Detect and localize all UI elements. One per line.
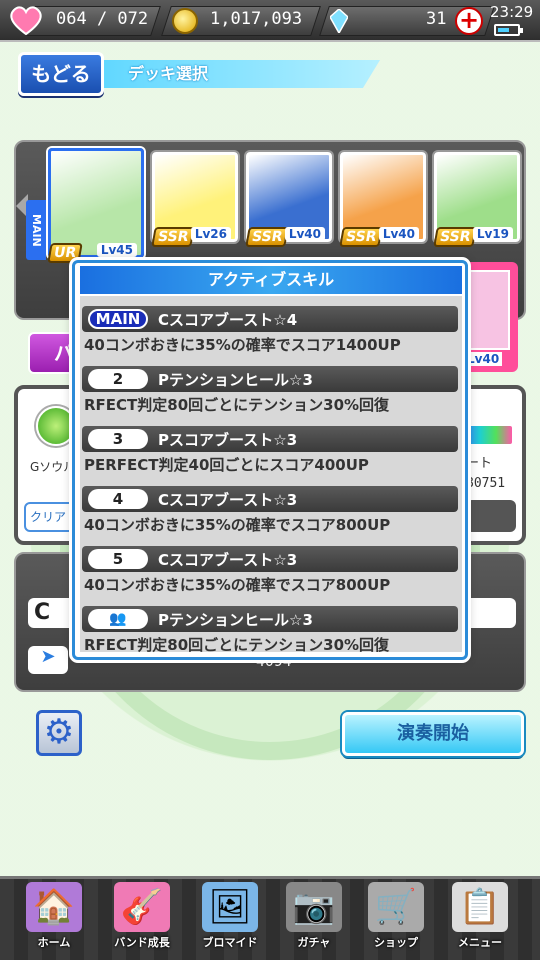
skill-slot-badge: 5 (88, 549, 148, 569)
c-logo-icon: C (34, 600, 51, 625)
nav-label: メニュー (458, 936, 502, 949)
info-box (466, 500, 516, 532)
nav-label: ホーム (37, 936, 71, 949)
skill-name: Cスコアブースト☆3 (158, 491, 298, 509)
nav-bromide[interactable]: 🖼 ブロマイド (190, 882, 270, 956)
skill-description: 40コンボおきに35%の確率でスコア800UP (84, 516, 391, 534)
info-text: ート (466, 456, 493, 471)
back-button[interactable]: もどる (18, 52, 104, 96)
skill-name: Cスコアブースト☆3 (158, 551, 298, 569)
rarity-badge: SSR (433, 227, 478, 247)
add-gems-button[interactable]: + (455, 7, 483, 35)
deck-card[interactable]: SSR Lv19 (433, 152, 520, 247)
rarity-badge: SSR (151, 227, 196, 247)
nav-home[interactable]: 🏠 ホーム (14, 882, 94, 956)
nav-shop[interactable]: 🛒 ショップ (356, 882, 436, 956)
skill-row: 5 Cスコアブースト☆3 40コンボおきに35%の確率でスコア800UP (80, 540, 460, 596)
g-soul-label: Gソウル (30, 460, 76, 474)
skill-description: PERFECT判定40回ごとにスコア400UP (84, 456, 369, 474)
nav-menu[interactable]: 📋 メニュー (440, 882, 520, 956)
skill-row: MAIN Cスコアブースト☆4 40コンボおきに35%の確率でスコア1400UP (80, 300, 460, 356)
skill-slot-badge: 2 (88, 369, 148, 389)
heart-icon (10, 6, 42, 36)
card-level: Lv40 (378, 227, 419, 241)
gem-icon (330, 9, 348, 33)
clock: 23:29 (490, 3, 534, 21)
guitar-heart-icon: 🎸 (114, 882, 170, 932)
skill-description: RFECT判定80回ごとにテンション30%回復 (84, 636, 390, 654)
skill-name: Pテンションヒール☆3 (158, 371, 313, 389)
screen-title: デッキ選択 (96, 60, 380, 88)
nav-label: ブロマイド (202, 936, 258, 949)
gear-icon[interactable]: ⚙ (36, 710, 82, 756)
card-level: Lv45 (96, 243, 137, 257)
nav-gacha[interactable]: 📷 ガチャ (274, 882, 354, 956)
deck-card[interactable]: SSR Lv40 (339, 152, 426, 247)
rarity-badge: SSR (339, 227, 384, 247)
info-value: 80751 (466, 476, 506, 491)
send-icon[interactable]: ➤ (28, 646, 68, 674)
stamina-value: 064 / 072 (56, 9, 149, 29)
support-member-icon: 👥 (88, 609, 148, 629)
skill-row: 2 Pテンションヒール☆3 RFECT判定80回ごとにテンション30%回復 (80, 360, 460, 416)
camera-icon: 📷 (286, 882, 342, 932)
card-level: Lv40 (464, 352, 503, 366)
skill-name: Cスコアブースト☆4 (158, 311, 298, 329)
skill-slot-badge: MAIN (88, 309, 148, 329)
coin-value: 1,017,093 (210, 9, 303, 29)
deck-card[interactable]: SSR Lv26 (151, 152, 238, 247)
attribute-bar (464, 426, 512, 444)
main-tag: MAIN (26, 200, 46, 260)
card-level: Lv19 (472, 227, 513, 241)
photo-card-icon: 🖼 (202, 882, 258, 932)
start-performance-button[interactable]: 演奏開始 (342, 712, 524, 756)
deck-card-main[interactable]: UR Lv45 (47, 148, 144, 263)
skill-row: 4 Cスコアブースト☆3 40コンボおきに35%の確率でスコア800UP (80, 480, 460, 536)
skill-description: 40コンボおきに35%の確率でスコア800UP (84, 576, 391, 594)
g-soul-icon (36, 406, 76, 446)
card-level: Lv40 (284, 227, 325, 241)
home-icon: 🏠 (26, 882, 82, 932)
skill-row: 👥 Pテンションヒール☆3 RFECT判定80回ごとにテンション30%回復 (80, 600, 460, 656)
status-bar: 064 / 072 1,017,093 31 + 23:29 (0, 0, 540, 42)
rarity-badge: SSR (245, 227, 290, 247)
skill-description: RFECT判定80回ごとにテンション30%回復 (84, 396, 390, 414)
nav-label: ガチャ (297, 936, 331, 949)
cart-icon: 🛒 (368, 882, 424, 932)
skill-name: Pスコアブースト☆3 (158, 431, 298, 449)
menu-icon: 📋 (452, 882, 508, 932)
nav-label: ショップ (374, 936, 418, 949)
skill-row: 3 Pスコアブースト☆3 PERFECT判定40回ごとにスコア400UP (80, 420, 460, 476)
nav-label: バンド成長 (114, 936, 170, 949)
skill-description: 40コンボおきに35%の確率でスコア1400UP (84, 336, 401, 354)
battery-icon (494, 24, 523, 36)
deck-card[interactable]: SSR Lv40 (245, 152, 332, 247)
gem-value: 31 (426, 9, 447, 29)
nav-band-growth[interactable]: 🎸 バンド成長 (102, 882, 182, 956)
skill-slot-badge: 3 (88, 429, 148, 449)
popup-title: アクティブスキル (80, 266, 462, 294)
skill-slot-badge: 4 (88, 489, 148, 509)
skill-name: Pテンションヒール☆3 (158, 611, 313, 629)
coin-icon (172, 8, 198, 34)
card-level: Lv26 (190, 227, 231, 241)
